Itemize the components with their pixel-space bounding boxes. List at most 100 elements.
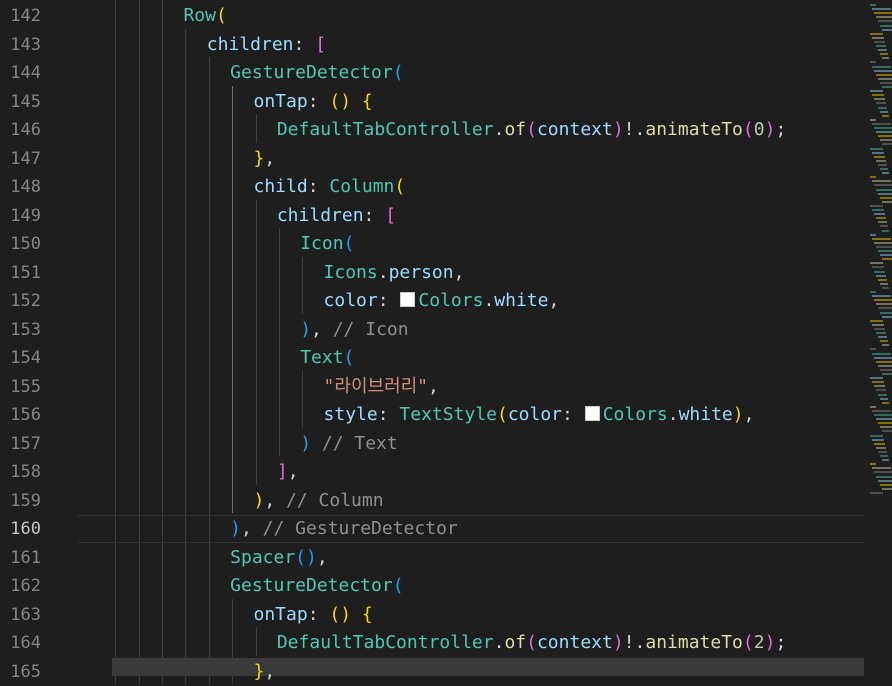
line-number[interactable]: 145 [0,88,41,117]
code-token: . [494,632,505,653]
line-number[interactable]: 143 [0,31,41,60]
color-swatch-icon[interactable] [400,292,415,307]
line-number[interactable]: 163 [0,601,41,630]
color-swatch-icon[interactable] [585,406,600,421]
code-token: ( [344,347,355,368]
indent-guide [279,371,280,400]
code-token: Icons [324,262,378,283]
code-line[interactable]: color: Colors.white, [324,287,560,316]
code-line[interactable]: children: [ [277,202,396,231]
line-number[interactable]: 152 [0,287,41,316]
minimap-line [880,312,892,314]
line-number[interactable]: 155 [0,373,41,402]
minimap[interactable] [864,0,892,676]
line-number[interactable]: 158 [0,458,41,487]
code-line[interactable]: Icon( [300,230,354,259]
line-number-gutter[interactable]: 1421431441451461471481491501511521531541… [0,0,62,676]
line-number[interactable]: 156 [0,401,41,430]
indent-guide [209,228,210,257]
minimap-line [878,135,892,137]
code-line[interactable]: }, [254,145,276,174]
minimap-line [882,344,889,346]
minimap-line [872,266,884,268]
code-line[interactable]: ), // Column [254,487,384,516]
code-line[interactable]: GestureDetector( [230,59,403,88]
minimap-line [874,70,892,72]
indent-guide [115,114,116,143]
indent-guide [279,257,280,286]
indent-guide [232,314,233,343]
line-number[interactable]: 144 [0,59,41,88]
line-number[interactable]: 160 [0,515,41,544]
line-number[interactable]: 150 [0,230,41,259]
indent-guide [209,200,210,229]
indent-guide [115,257,116,286]
indent-guide [139,570,140,599]
code-line[interactable]: Row( [183,2,226,31]
line-number[interactable]: 148 [0,173,41,202]
code-line[interactable]: style: TextStyle(color: Colors.white), [324,401,755,430]
minimap-line [872,94,884,96]
code-line[interactable]: Spacer(), [230,544,328,573]
code-line[interactable]: ), // GestureDetector [230,515,458,544]
line-number[interactable]: 149 [0,202,41,231]
line-number[interactable]: 154 [0,344,41,373]
line-number[interactable]: 162 [0,572,41,601]
minimap-line [880,111,888,113]
code-line[interactable]: ), // Icon [300,316,408,345]
minimap-line [880,197,892,199]
code-token: : [364,205,386,226]
code-line[interactable]: onTap: () { [254,88,373,117]
indent-guide [185,314,186,343]
line-number[interactable]: 151 [0,259,41,288]
line-number[interactable]: 146 [0,116,41,145]
indent-guide [302,399,303,428]
code-token: GestureDetector [230,62,393,83]
code-line[interactable]: Text( [300,344,354,373]
minimap-line [876,275,886,277]
code-token: : [378,404,400,425]
code-line[interactable]: children: [ [207,31,326,60]
indent-guide [139,314,140,343]
code-line[interactable]: DefaultTabController.of(context)!.animat… [277,629,786,658]
code-line[interactable]: ) // Text [300,430,398,459]
line-number[interactable]: 164 [0,629,41,658]
code-token: ; [775,632,786,653]
code-token: ) [765,632,776,653]
indent-guide [162,114,163,143]
code-line[interactable]: ], [277,458,299,487]
code-editor[interactable]: 1421431441451461471481491501511521531541… [0,0,892,676]
minimap-line [876,389,886,391]
code-token: // Column [286,490,384,511]
indent-guide [232,342,233,371]
code-token: , [428,376,439,397]
minimap-line [874,443,885,445]
minimap-line [876,361,892,363]
code-line[interactable]: }, [254,658,276,686]
minimap-line [874,328,885,330]
code-line[interactable]: Icons.person, [324,259,465,288]
code-line[interactable]: GestureDetector( [230,572,403,601]
code-token: , [744,404,755,425]
line-number[interactable]: 157 [0,430,41,459]
line-number[interactable]: 142 [0,2,41,31]
line-number[interactable]: 165 [0,658,41,686]
minimap-line [870,176,876,178]
code-line[interactable]: "라이브러리", [324,373,439,402]
minimap-line [880,398,888,400]
indent-guide [302,371,303,400]
line-number[interactable]: 153 [0,316,41,345]
code-line[interactable]: child: Column( [254,173,406,202]
minimap-line [878,307,892,309]
line-number[interactable]: 147 [0,145,41,174]
code-token: Colors [418,290,483,311]
indent-guide [232,371,233,400]
indent-guide [256,342,257,371]
indent-guide [232,257,233,286]
line-number[interactable]: 159 [0,487,41,516]
code-token: !. [624,119,646,140]
code-line[interactable]: onTap: () { [254,601,373,630]
indent-guide [279,399,280,428]
code-line[interactable]: DefaultTabController.of(context)!.animat… [277,116,786,145]
line-number[interactable]: 161 [0,544,41,573]
